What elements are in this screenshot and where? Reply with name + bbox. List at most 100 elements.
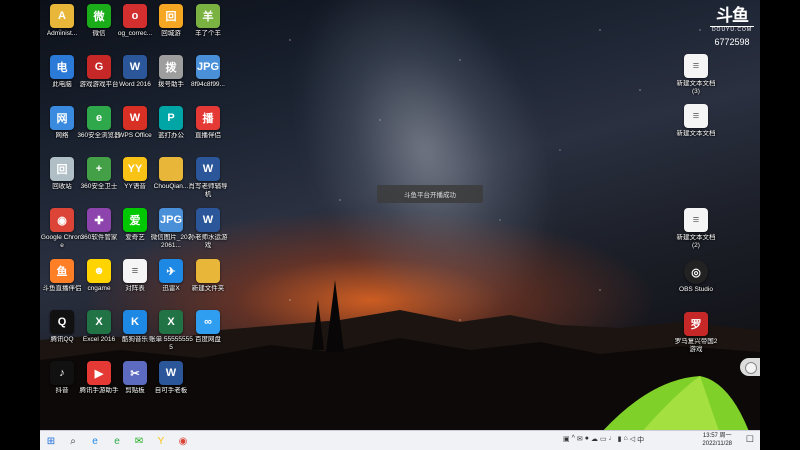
computer-icon: 电 xyxy=(50,55,74,79)
taskbar: ⊞ ⌕ e e ✉ Y ◉ ▣ ^ ✉ ● ☁ ▭ ♩ ▮ ⌂ ◁ 中 13:57 周一 2… xyxy=(40,430,760,450)
desktop-icon-label: 直播伴侣 xyxy=(195,132,221,139)
letterbox-right xyxy=(760,0,800,450)
desktop-icon[interactable]: 羊羊了个羊 xyxy=(186,4,230,38)
word-doc-icon: W xyxy=(196,208,220,232)
obs-icon: ◎ xyxy=(684,260,708,284)
notification-center-icon[interactable]: ☐ xyxy=(746,434,754,445)
game-platform-icon: G xyxy=(87,55,111,79)
douyu-logo: 斗鱼 xyxy=(716,6,749,25)
desktop-icon[interactable]: ≡ 新建文本文档 xyxy=(674,104,718,138)
word-doc-icon: W xyxy=(196,157,220,181)
desktop-icon-label: 新建文本文档 (2) xyxy=(676,234,716,249)
douyu-site: DOUYU.COM xyxy=(710,26,754,33)
recycle-bin-icon: 回 xyxy=(50,157,74,181)
baidu-disk-icon: ∞ xyxy=(196,310,220,334)
desktop-icon[interactable]: ∞ 百度网盘 xyxy=(186,310,230,344)
taskbar-clock[interactable]: 13:57 周一 2022/11/28 xyxy=(702,432,732,448)
yy-taskbar-icon[interactable]: Y xyxy=(150,431,172,450)
desktop-icon[interactable]: ≡ 新建文本文档 (3) xyxy=(674,54,718,96)
jpg-file-icon: JPG xyxy=(159,208,183,232)
desktop-icon[interactable]: 新建文件夹 xyxy=(186,259,230,293)
tray-360-icon[interactable]: ● xyxy=(585,435,589,445)
tray-volume-icon[interactable]: ◁ xyxy=(630,435,635,445)
tray-wechat-icon[interactable]: ✉ xyxy=(577,435,583,445)
tray-battery-icon[interactable]: ▮ xyxy=(618,435,622,445)
widget-knob-icon[interactable] xyxy=(745,362,757,374)
desktop-icon[interactable]: W 自可手老板 xyxy=(149,361,193,395)
clipboard-icon: ✂ xyxy=(123,361,147,385)
screen: A Administ... 微微信 o og_correc... 回回城游羊羊了个羊电此电… xyxy=(0,0,800,450)
clock-date: 2022/11/28 xyxy=(702,441,732,447)
iqiyi-icon: 爱 xyxy=(123,208,147,232)
desktop-icon[interactable]: JPG 8f94c8f99... xyxy=(186,55,230,89)
edge-icon[interactable]: e xyxy=(84,431,106,450)
desktop-icon-label: 百度网盘 xyxy=(195,336,221,343)
cngame-icon: ☻ xyxy=(87,259,111,283)
game-icon: 回 xyxy=(159,4,183,28)
tray-chevron-icon[interactable]: ^ xyxy=(572,435,575,445)
text-file-icon: ≡ xyxy=(684,104,708,128)
desktop-icon-label: 8f94c8f99... xyxy=(191,81,225,88)
red-app-icon: o xyxy=(123,4,147,28)
wechat-icon: 微 xyxy=(87,4,111,28)
search-button[interactable]: ⌕ xyxy=(62,431,84,450)
desktop-icon[interactable]: W 肖写老师辅导机 xyxy=(186,157,230,199)
qq-icon: Q xyxy=(50,310,74,334)
toast-notification: 斗鱼平台开播成功 xyxy=(377,185,483,203)
sheep-game-icon: 羊 xyxy=(196,4,220,28)
desktop-icon-label: 新建文本文档 xyxy=(676,130,716,137)
360-software-icon: ✚ xyxy=(87,208,111,232)
tray-display-icon[interactable]: ▭ xyxy=(600,435,607,445)
desktop-icon[interactable]: 播直播伴侣 xyxy=(186,106,230,140)
desktop-icon-label: 罗马复兴帝国2游戏 xyxy=(674,338,718,353)
tent-image xyxy=(603,376,749,430)
wechat-taskbar-icon[interactable]: ✉ xyxy=(128,431,150,450)
chrome-taskbar-icon[interactable]: ◉ xyxy=(172,431,194,450)
folder-icon xyxy=(196,259,220,283)
chrome-icon: ◉ xyxy=(50,208,74,232)
desktop[interactable]: A Administ... 微微信 o og_correc... 回回城游羊羊了个羊电此电… xyxy=(40,0,760,430)
excel-icon: X xyxy=(87,310,111,334)
360-browser-icon: e xyxy=(87,106,111,130)
douyu-room-id: 6772598 xyxy=(714,37,750,47)
tencent-game-icon: ▶ xyxy=(87,361,111,385)
desktop-icon[interactable]: ≡ 新建文本文档 (2) xyxy=(674,208,718,250)
tray-ime-icon[interactable]: 中 xyxy=(637,435,644,445)
tray-cloud-icon[interactable]: ☁ xyxy=(591,435,598,445)
floating-side-widget[interactable] xyxy=(740,358,760,376)
tray-network-icon[interactable]: ⌂ xyxy=(624,435,628,445)
360-browser-taskbar-icon[interactable]: e xyxy=(106,431,128,450)
game-icon: 罗 xyxy=(684,312,708,336)
desktop-icon[interactable]: W 孙老师水运游戏 xyxy=(186,208,230,250)
xunlei-icon: ✈ xyxy=(159,259,183,283)
office-icon: P xyxy=(159,106,183,130)
jpg-file-icon: JPG xyxy=(196,55,220,79)
system-tray: ▣ ^ ✉ ● ☁ ▭ ♩ ▮ ⌂ ◁ 中 xyxy=(562,435,645,445)
network-icon: 网 xyxy=(50,106,74,130)
word-icon: W xyxy=(123,55,147,79)
clock-time: 13:57 周一 xyxy=(702,433,732,439)
desktop-icon[interactable]: ◎ OBS Studio xyxy=(674,260,718,294)
tray-mic-icon[interactable]: ♩ xyxy=(609,435,616,445)
start-button[interactable]: ⊞ xyxy=(40,431,62,450)
text-file-icon: ≡ xyxy=(684,208,708,232)
yy-icon: YY xyxy=(123,157,147,181)
desktop-icon-label: 新建文件夹 xyxy=(191,285,225,292)
desktop-icon-label: OBS Studio xyxy=(679,286,713,293)
folder-icon xyxy=(159,157,183,181)
dialer-icon: 拨 xyxy=(159,55,183,79)
desktop-icon[interactable]: 罗罗马复兴帝国2游戏 xyxy=(674,312,718,354)
kugou-icon: K xyxy=(123,310,147,334)
word-doc-icon: W xyxy=(159,361,183,385)
desktop-icon-label: 自可手老板 xyxy=(154,387,188,394)
letterbox-left xyxy=(0,0,40,450)
desktop-icon-label: 孙老师水运游戏 xyxy=(188,234,228,249)
live-companion-icon: 播 xyxy=(196,106,220,130)
user-folder-icon: A xyxy=(50,4,74,28)
tray-app-icon[interactable]: ▣ xyxy=(563,435,570,445)
taskbar-apps: ⊞ ⌕ e e ✉ Y ◉ xyxy=(40,431,194,450)
desktop-icon-label: 新建文本文档 (3) xyxy=(676,80,716,95)
excel-file-icon: X xyxy=(159,310,183,334)
360-guard-icon: + xyxy=(87,157,111,181)
text-file-icon: ≡ xyxy=(684,54,708,78)
